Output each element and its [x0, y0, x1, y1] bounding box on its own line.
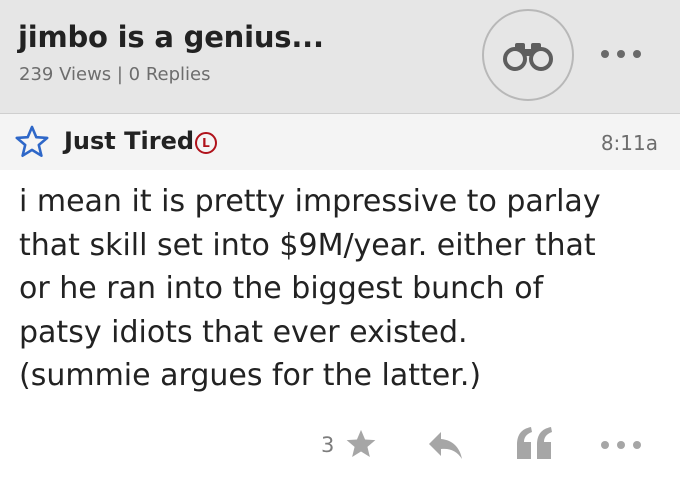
post-text-line: i mean it is pretty impressive to parlay — [19, 184, 601, 219]
thread-header: jimbo is a genius... 239 Views | 0 Repli… — [0, 0, 680, 114]
post-text-line: that skill set into $9M/year. either tha… — [19, 227, 596, 263]
watch-thread-button[interactable] — [482, 9, 574, 101]
author-name[interactable]: Just Tired — [64, 127, 194, 155]
post-more-button[interactable] — [601, 440, 641, 450]
like-count: 3 — [321, 433, 335, 457]
post-footer: 3 — [0, 420, 680, 476]
thread-title: jimbo is a genius... — [18, 20, 324, 54]
post-text-line: (summie argues for the latter.) — [19, 358, 482, 393]
author-badge: L — [195, 132, 217, 154]
thread-meta: 239 Views | 0 Replies — [19, 64, 211, 85]
more-dots-icon — [601, 441, 609, 449]
more-dots-icon — [601, 50, 609, 58]
post-timestamp: 8:11a — [600, 131, 658, 155]
post-text-line: patsy idiots that ever existed. — [19, 314, 468, 350]
post-text-line: or he ran into the biggest bunch of — [19, 271, 544, 306]
reply-arrow-icon[interactable] — [426, 428, 464, 462]
post-body: i mean it is pretty impressive to parlay… — [19, 180, 669, 398]
quote-icon[interactable] — [514, 425, 556, 461]
binoculars-icon — [503, 43, 553, 71]
star-filled-icon[interactable] — [344, 427, 378, 461]
thread-more-button[interactable] — [601, 36, 641, 72]
post-header: Just Tired L 8:11a — [0, 114, 680, 170]
star-outline-icon[interactable] — [14, 124, 50, 160]
